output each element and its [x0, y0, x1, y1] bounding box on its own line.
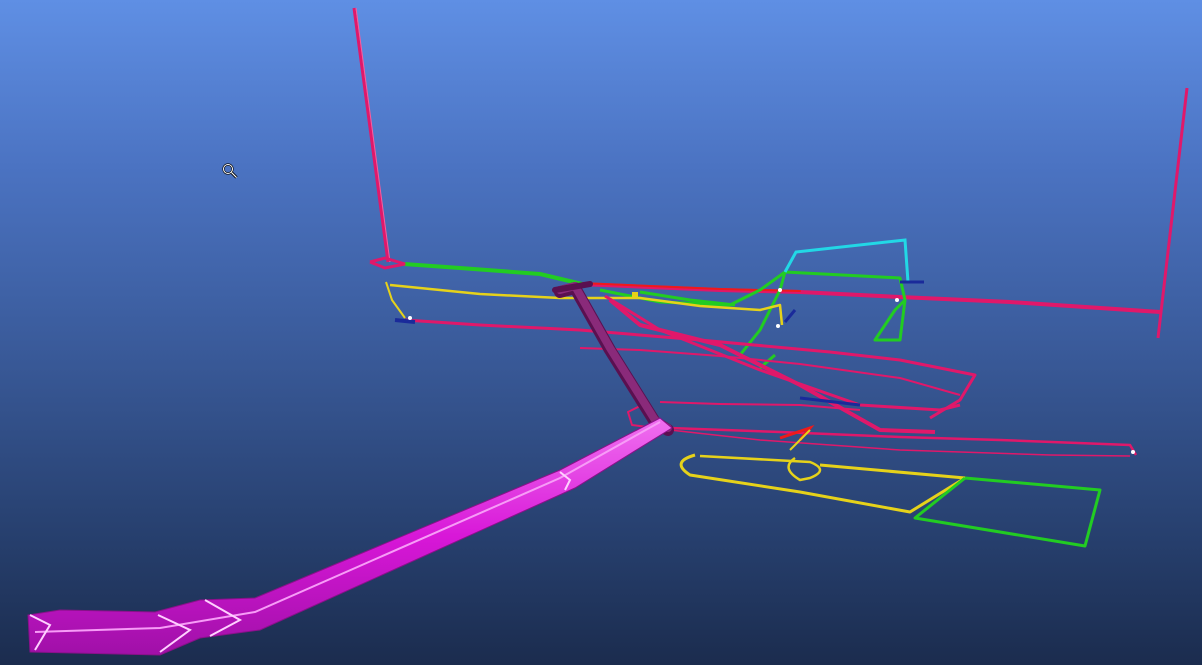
pink-drift-mid[interactable]	[404, 294, 1138, 457]
zoom-magnifier-icon	[222, 163, 238, 179]
decline-dark[interactable]	[552, 281, 674, 436]
mine-model-scene[interactable]	[0, 0, 1202, 665]
3d-viewport[interactable]	[0, 0, 1202, 665]
shaft-left[interactable]	[352, 7, 391, 263]
ramp-tube[interactable]	[27, 417, 673, 656]
yellow-level-lower[interactable]	[679, 429, 967, 514]
shaft-right[interactable]	[1156, 87, 1189, 339]
green-level-lower[interactable]	[913, 476, 1102, 548]
